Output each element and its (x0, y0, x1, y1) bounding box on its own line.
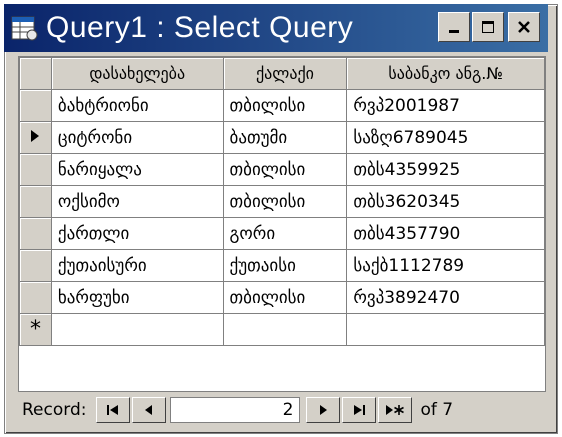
table-row[interactable]: ქუთაისური ქუთაისი საქბ1112789 (19, 249, 545, 282)
table-row[interactable]: ქართლი გორი თბს4357790 (19, 217, 545, 250)
cell-city[interactable]: თბილისი (222, 153, 348, 186)
cell-name[interactable]: ქუთაისური (50, 249, 224, 282)
row-selector[interactable] (19, 281, 52, 314)
table-row[interactable]: ხარფუხი თბილისი რვპ3892470 (19, 281, 545, 314)
first-record-icon[interactable] (96, 397, 131, 423)
cell-name[interactable] (50, 313, 224, 346)
cell-name[interactable]: ბახტრიონი (50, 89, 224, 122)
table-row[interactable]: ბახტრიონი თბილისი რვპ2001987 (19, 89, 545, 122)
title-bar[interactable]: Query1 : Select Query (4, 4, 548, 52)
datasheet-grid: დასახელება ქალაქი საბანკო ანგ.№ ბახტრიონ… (18, 56, 546, 392)
cell-account[interactable]: თბს4359925 (346, 153, 545, 186)
maximize-button[interactable] (472, 12, 504, 42)
query-icon (10, 13, 40, 43)
cell-city[interactable]: თბილისი (222, 185, 348, 218)
header-row: დასახელება ქალაქი საბანკო ანგ.№ (19, 57, 545, 90)
cell-account[interactable]: თბს3620345 (346, 185, 545, 218)
cell-city[interactable]: გორი (222, 217, 348, 250)
datasheet-table: დასახელება ქალაქი საბანკო ანგ.№ ბახტრიონ… (19, 57, 545, 346)
cell-city[interactable]: ბათუმი (222, 121, 348, 154)
row-selector[interactable] (19, 89, 52, 122)
row-selector[interactable] (19, 249, 52, 282)
cell-account[interactable] (346, 313, 545, 346)
cell-city[interactable]: თბილისი (222, 281, 348, 314)
corner-selector[interactable] (19, 57, 52, 90)
table-row[interactable]: ნარიყალა თბილისი თბს4359925 (19, 153, 545, 186)
last-record-icon[interactable] (342, 397, 377, 423)
minimize-button[interactable] (438, 12, 470, 42)
new-record-marker-icon[interactable]: * (19, 313, 52, 346)
cell-city[interactable] (222, 313, 348, 346)
cell-name[interactable]: ხარფუხი (50, 281, 224, 314)
column-header-account[interactable]: საბანკო ანგ.№ (346, 57, 545, 90)
cell-city[interactable]: თბილისი (222, 89, 348, 122)
cell-city[interactable]: ქუთაისი (222, 249, 348, 282)
window-title: Query1 : Select Query (46, 11, 354, 44)
cell-name[interactable]: ნარიყალა (50, 153, 224, 186)
cell-account[interactable]: საზღ6789045 (346, 121, 545, 154)
record-count: of 7 (420, 400, 454, 420)
table-row[interactable]: ოქსიმო თბილისი თბს3620345 (19, 185, 545, 218)
cell-name[interactable]: ქართლი (50, 217, 224, 250)
column-header-city[interactable]: ქალაქი (222, 57, 348, 90)
cell-account[interactable]: რვპ2001987 (346, 89, 545, 122)
close-icon[interactable] (508, 12, 540, 42)
previous-record-icon[interactable] (132, 397, 167, 423)
record-number-input[interactable]: 2 (170, 397, 301, 423)
row-selector[interactable] (19, 185, 52, 218)
record-label: Record: (22, 400, 87, 420)
cell-account[interactable]: საქბ1112789 (346, 249, 545, 282)
current-record-arrow-icon[interactable] (19, 121, 52, 154)
cell-account[interactable]: რვპ3892470 (346, 281, 545, 314)
row-selector[interactable] (19, 217, 52, 250)
row-selector[interactable] (19, 153, 52, 186)
next-record-icon[interactable] (306, 397, 341, 423)
column-header-name[interactable]: დასახელება (50, 57, 224, 90)
new-record-row[interactable]: * (19, 313, 545, 346)
cell-name[interactable]: ოქსიმო (50, 185, 224, 218)
record-navigator: Record: 2 of 7 (18, 394, 544, 426)
new-record-icon[interactable] (378, 397, 413, 423)
cell-account[interactable]: თბს4357790 (346, 217, 545, 250)
table-row[interactable]: ციტრონი ბათუმი საზღ6789045 (19, 121, 545, 154)
cell-name[interactable]: ციტრონი (50, 121, 224, 154)
